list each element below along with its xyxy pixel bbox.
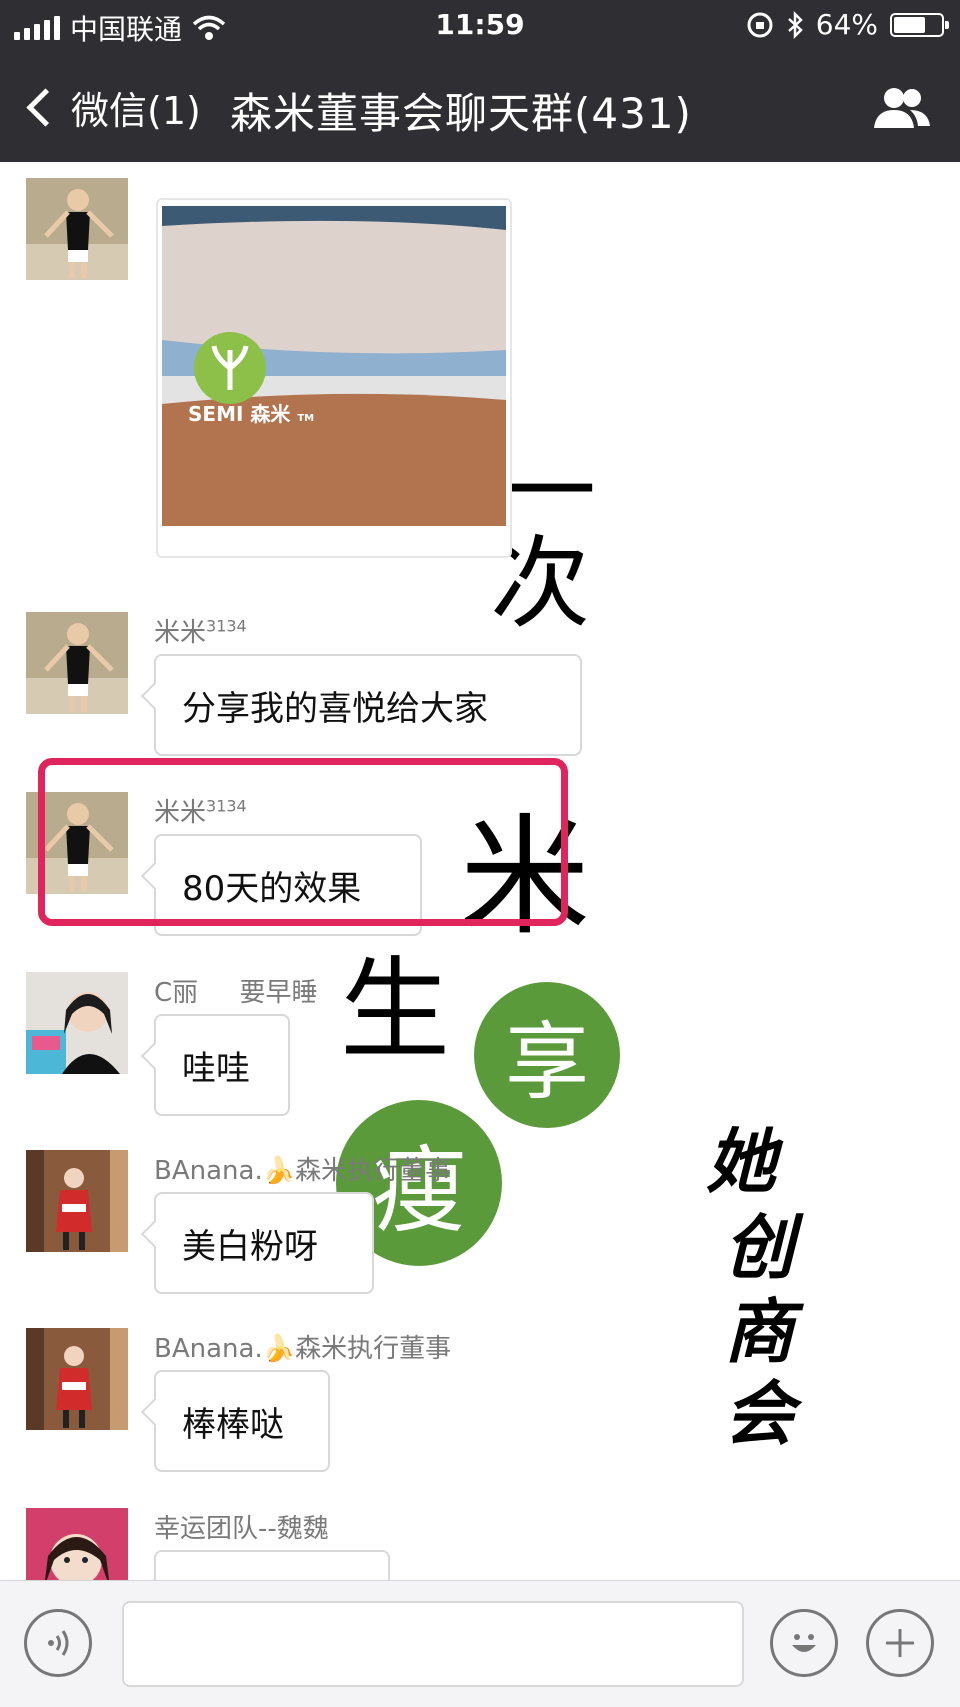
back-label: 微信(1) xyxy=(71,89,201,133)
input-bar xyxy=(0,1580,960,1707)
image-message[interactable]: SEMI 森米 TM xyxy=(156,198,512,558)
nav-bar: 微信(1) 森米董事会聊天群(431) xyxy=(0,52,960,162)
back-button[interactable]: 微信(1) xyxy=(22,80,201,135)
avatar[interactable] xyxy=(26,612,128,714)
group-members-icon[interactable] xyxy=(870,86,932,130)
sender-name: BAnana.🍌森米执行董事 xyxy=(154,1334,452,1364)
sender-name: BAnana.🍌森米执行董事 xyxy=(154,1156,452,1186)
poster-calligraphy: 会 xyxy=(724,1372,794,1455)
message-bubble[interactable]: 分享我的喜悦给大家 xyxy=(154,654,582,756)
avatar[interactable] xyxy=(26,972,128,1074)
plus-icon[interactable] xyxy=(866,1609,934,1677)
sender-name: C丽 要早睡 xyxy=(154,978,318,1008)
avatar[interactable] xyxy=(26,1328,128,1430)
chevron-left-icon xyxy=(26,88,65,127)
battery-icon xyxy=(890,12,949,37)
emoji-icon[interactable] xyxy=(770,1609,838,1677)
avatar[interactable] xyxy=(26,178,128,280)
battery-percent: 64% xyxy=(815,8,878,41)
avatar[interactable] xyxy=(26,1508,128,1580)
message-input[interactable] xyxy=(122,1601,744,1687)
avatar[interactable] xyxy=(26,1150,128,1252)
message-bubble[interactable]: 棒棒哒 xyxy=(154,1370,330,1472)
chat-area[interactable]: 一 次 米 生 享 瘦 她 创 商 会 SEMI 森米 TM 米米3134 分享… xyxy=(0,162,960,1580)
highlight-frame xyxy=(38,758,568,926)
message-bubble[interactable]: 美白粉呀 xyxy=(154,1192,374,1294)
status-bar: 中国联通 11:59 64% xyxy=(0,0,960,52)
bluetooth-icon xyxy=(787,10,803,39)
message-bubble[interactable]: 哇哇 xyxy=(154,1014,290,1116)
poster-circle: 享 xyxy=(474,982,620,1128)
poster-char: 生 xyxy=(340,946,450,1074)
chat-title: 森米董事会聊天群(431) xyxy=(230,89,692,138)
sender-name: 幸运团队--魏魏 xyxy=(154,1514,329,1544)
message-bubble[interactable] xyxy=(154,1550,390,1580)
rotation-lock-icon xyxy=(747,12,773,37)
image-watermark: SEMI 森米 TM xyxy=(188,402,315,426)
voice-icon[interactable] xyxy=(24,1609,92,1677)
sender-name: 米米3134 xyxy=(154,616,247,648)
